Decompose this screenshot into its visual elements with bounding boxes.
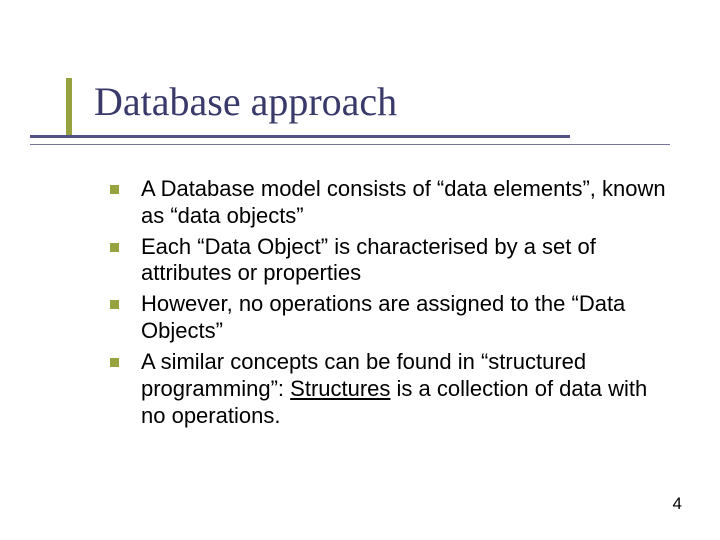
bullet-text: A Database model consists of “data eleme… <box>141 176 670 230</box>
header-rule-thick <box>30 135 570 138</box>
bullet-square-icon <box>110 358 119 367</box>
header-rule-thin <box>30 144 670 145</box>
bullet-square-icon <box>110 300 119 309</box>
bullet-underlined: Structures <box>290 376 390 401</box>
slide-body: A Database model consists of “data eleme… <box>110 176 670 433</box>
page-number: 4 <box>673 494 682 514</box>
slide-title: Database approach <box>94 78 397 125</box>
title-accent-bar <box>66 78 72 138</box>
bullet-text: A similar concepts can be found in “stru… <box>141 349 670 429</box>
list-item: However, no operations are assigned to t… <box>110 291 670 345</box>
bullet-square-icon <box>110 243 119 252</box>
bullet-square-icon <box>110 185 119 194</box>
bullet-text: However, no operations are assigned to t… <box>141 291 670 345</box>
list-item: Each “Data Object” is characterised by a… <box>110 234 670 288</box>
bullet-text: Each “Data Object” is characterised by a… <box>141 234 670 288</box>
list-item: A Database model consists of “data eleme… <box>110 176 670 230</box>
slide: Database approach A Database model consi… <box>0 0 720 540</box>
list-item: A similar concepts can be found in “stru… <box>110 349 670 429</box>
